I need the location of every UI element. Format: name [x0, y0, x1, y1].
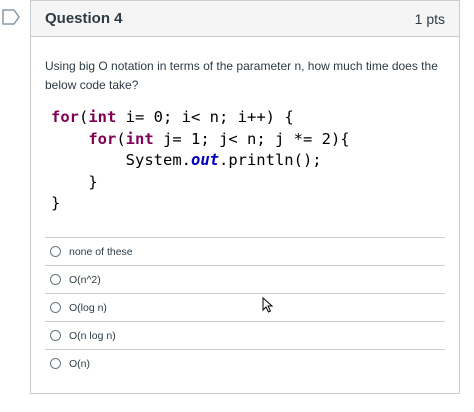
answer-list: none of these O(n^2) O(log n) O(n log n)…	[45, 237, 445, 377]
mouse-cursor-icon	[262, 297, 274, 313]
question-header: Question 4 1 pts	[31, 1, 459, 37]
code-line-1: for(int i= 0; i< n; i++) {	[51, 108, 294, 126]
question-prompt: Using big O notation in terms of the par…	[45, 59, 438, 92]
answer-label[interactable]: O(n log n)	[69, 330, 116, 342]
radio-button[interactable]	[50, 330, 61, 341]
code-block: for(int i= 0; i< n; i++) { for(int j= 1;…	[51, 107, 445, 215]
radio-button[interactable]	[50, 302, 61, 313]
answer-option[interactable]: O(n log n)	[45, 321, 445, 349]
question-card: Question 4 1 pts Using big O notation in…	[30, 0, 460, 394]
code-line-5: }	[51, 194, 61, 212]
question-title: Question 4	[45, 10, 123, 27]
code-line-4: }	[88, 172, 98, 191]
answer-option[interactable]: O(n^2)	[45, 265, 445, 293]
answer-option[interactable]: none of these	[45, 237, 445, 265]
answer-label[interactable]: O(log n)	[69, 302, 107, 314]
code-line-2: for(int j= 1; j< n; j *= 2){	[88, 129, 350, 148]
question-points: 1 pts	[414, 10, 445, 27]
answer-option[interactable]: O(n)	[45, 349, 445, 377]
radio-button[interactable]	[50, 246, 61, 257]
answer-label[interactable]: O(n^2)	[69, 274, 101, 286]
answer-option[interactable]: O(log n)	[45, 293, 445, 321]
question-body: Using big O notation in terms of the par…	[31, 37, 459, 215]
code-line-3: System.out.println();	[125, 151, 322, 169]
answer-label[interactable]: O(n)	[69, 358, 90, 370]
radio-button[interactable]	[50, 274, 61, 285]
bookmark-flag-icon[interactable]	[0, 6, 22, 28]
answer-label[interactable]: none of these	[69, 246, 133, 258]
radio-button[interactable]	[50, 358, 61, 369]
